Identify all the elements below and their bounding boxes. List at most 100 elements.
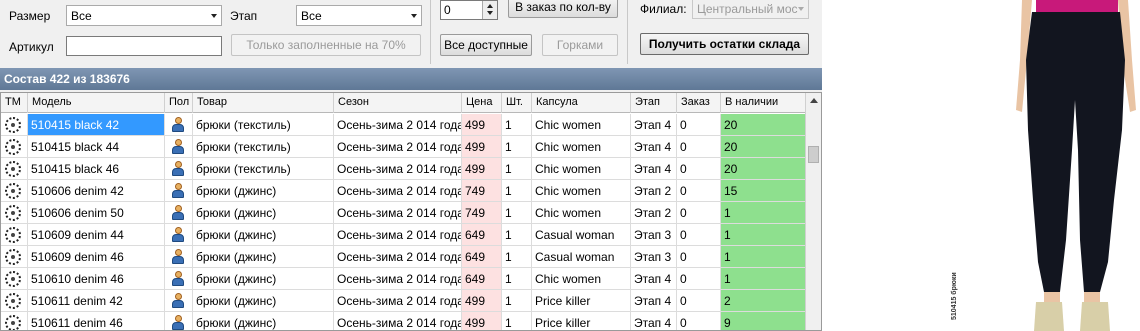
stock-cell[interactable]: 15 xyxy=(721,180,806,201)
filled-70-button[interactable]: Только заполненные на 70% xyxy=(231,34,421,56)
qty-cell[interactable]: 1 xyxy=(502,114,532,135)
stage-cell[interactable]: Этап 4 xyxy=(631,158,677,179)
qty-cell[interactable]: 1 xyxy=(502,136,532,157)
capsule-cell[interactable]: Chic women xyxy=(532,114,631,135)
model-cell[interactable]: 510610 denim 46 xyxy=(28,268,165,289)
capsule-cell[interactable]: Casual woman xyxy=(532,224,631,245)
stock-cell[interactable]: 20 xyxy=(721,136,806,157)
price-cell[interactable]: 499 xyxy=(462,114,502,135)
model-cell[interactable]: 510611 denim 42 xyxy=(28,290,165,311)
product-cell[interactable]: брюки (текстиль) xyxy=(193,114,334,135)
stage-cell[interactable]: Этап 4 xyxy=(631,290,677,311)
col-qty-header[interactable]: Шт. xyxy=(502,93,532,113)
capsule-cell[interactable]: Chic women xyxy=(532,202,631,223)
stage-cell[interactable]: Этап 4 xyxy=(631,312,677,330)
product-cell[interactable]: брюки (текстиль) xyxy=(193,136,334,157)
table-row[interactable]: 510606 denim 50 брюки (джинс) Осень-зима 2… xyxy=(1,202,806,224)
col-capsule-header[interactable]: Капсула xyxy=(532,93,631,113)
gender-cell[interactable] xyxy=(165,114,193,135)
gender-cell[interactable] xyxy=(165,180,193,201)
gender-cell[interactable] xyxy=(165,158,193,179)
price-cell[interactable]: 649 xyxy=(462,224,502,245)
stage-cell[interactable]: Этап 4 xyxy=(631,268,677,289)
price-cell[interactable]: 649 xyxy=(462,268,502,289)
scroll-thumb[interactable] xyxy=(808,146,819,163)
all-available-button[interactable]: Все доступные xyxy=(440,34,532,56)
branch-select[interactable]: Центральный мос xyxy=(692,0,809,19)
model-cell[interactable]: 510415 black 46 xyxy=(28,158,165,179)
price-cell[interactable]: 499 xyxy=(462,136,502,157)
order-cell[interactable]: 0 xyxy=(677,114,721,135)
season-cell[interactable]: Осень-зима 2 014 года xyxy=(334,158,462,179)
table-row[interactable]: 510415 black 42 брюки (текстиль) Осень-зим… xyxy=(1,114,806,136)
table-row[interactable]: 510606 denim 42 брюки (джинс) Осень-зима 2… xyxy=(1,180,806,202)
stock-cell[interactable]: 20 xyxy=(721,114,806,135)
season-cell[interactable]: Осень-зима 2 014 года xyxy=(334,202,462,223)
capsule-cell[interactable]: Casual woman xyxy=(532,246,631,267)
season-cell[interactable]: Осень-зима 2 014 года xyxy=(334,224,462,245)
tm-cell[interactable] xyxy=(1,114,28,135)
order-cell[interactable]: 0 xyxy=(677,224,721,245)
qty-cell[interactable]: 1 xyxy=(502,268,532,289)
product-cell[interactable]: брюки (джинс) xyxy=(193,224,334,245)
stock-cell[interactable]: 9 xyxy=(721,312,806,330)
season-cell[interactable]: Осень-зима 2 014 года xyxy=(334,290,462,311)
col-stock-header[interactable]: В наличии xyxy=(721,93,806,113)
season-cell[interactable]: Осень-зима 2 014 года xyxy=(334,114,462,135)
tm-cell[interactable] xyxy=(1,180,28,201)
model-cell[interactable]: 510415 black 44 xyxy=(28,136,165,157)
order-cell[interactable]: 0 xyxy=(677,136,721,157)
product-cell[interactable]: брюки (джинс) xyxy=(193,246,334,267)
vertical-scrollbar[interactable] xyxy=(805,93,821,330)
table-row[interactable]: 510415 black 44 брюки (текстиль) Осень-зим… xyxy=(1,136,806,158)
model-cell[interactable]: 510606 denim 50 xyxy=(28,202,165,223)
gender-cell[interactable] xyxy=(165,224,193,245)
order-cell[interactable]: 0 xyxy=(677,268,721,289)
col-model-header[interactable]: Модель xyxy=(28,93,165,113)
stage-cell[interactable]: Этап 2 xyxy=(631,180,677,201)
price-cell[interactable]: 649 xyxy=(462,246,502,267)
model-cell[interactable]: 510609 denim 44 xyxy=(28,224,165,245)
stock-cell[interactable]: 20 xyxy=(721,158,806,179)
stage-select[interactable]: Все xyxy=(296,5,422,26)
table-row[interactable]: 510610 denim 46 брюки (джинс) Осень-зима 2… xyxy=(1,268,806,290)
order-cell[interactable]: 0 xyxy=(677,312,721,330)
model-cell[interactable]: 510609 denim 46 xyxy=(28,246,165,267)
table-row[interactable]: 510609 denim 44 брюки (джинс) Осень-зима 2… xyxy=(1,224,806,246)
capsule-cell[interactable]: Chic women xyxy=(532,158,631,179)
model-cell[interactable]: 510415 black 42 xyxy=(28,114,165,135)
product-cell[interactable]: брюки (джинс) xyxy=(193,202,334,223)
tm-cell[interactable] xyxy=(1,158,28,179)
col-product-header[interactable]: Товар xyxy=(193,93,334,113)
stage-cell[interactable]: Этап 3 xyxy=(631,246,677,267)
col-season-header[interactable]: Сезон xyxy=(334,93,462,113)
get-stock-button[interactable]: Получить остатки склада xyxy=(640,33,809,55)
capsule-cell[interactable]: Price killer xyxy=(532,312,631,330)
gender-cell[interactable] xyxy=(165,136,193,157)
qty-cell[interactable]: 1 xyxy=(502,290,532,311)
order-by-qty-button[interactable]: В заказ по кол-ву xyxy=(508,0,618,18)
model-cell[interactable]: 510611 denim 46 xyxy=(28,312,165,330)
col-price-header[interactable]: Цена xyxy=(462,93,502,113)
product-cell[interactable]: брюки (джинс) xyxy=(193,180,334,201)
order-cell[interactable]: 0 xyxy=(677,290,721,311)
season-cell[interactable]: Осень-зима 2 014 года xyxy=(334,246,462,267)
season-cell[interactable]: Осень-зима 2 014 года xyxy=(334,312,462,330)
order-cell[interactable]: 0 xyxy=(677,180,721,201)
qty-cell[interactable]: 1 xyxy=(502,246,532,267)
tm-cell[interactable] xyxy=(1,224,28,245)
qty-cell[interactable]: 1 xyxy=(502,312,532,330)
capsule-cell[interactable]: Chic women xyxy=(532,136,631,157)
order-cell[interactable]: 0 xyxy=(677,158,721,179)
tm-cell[interactable] xyxy=(1,202,28,223)
table-row[interactable]: 510611 denim 42 брюки (джинс) Осень-зима 2… xyxy=(1,290,806,312)
stock-cell[interactable]: 2 xyxy=(721,290,806,311)
price-cell[interactable]: 499 xyxy=(462,158,502,179)
qty-cell[interactable]: 1 xyxy=(502,180,532,201)
price-cell[interactable]: 499 xyxy=(462,290,502,311)
capsule-cell[interactable]: Price killer xyxy=(532,290,631,311)
gender-cell[interactable] xyxy=(165,290,193,311)
stock-cell[interactable]: 1 xyxy=(721,224,806,245)
hills-button[interactable]: Горками xyxy=(542,34,618,56)
order-cell[interactable]: 0 xyxy=(677,246,721,267)
